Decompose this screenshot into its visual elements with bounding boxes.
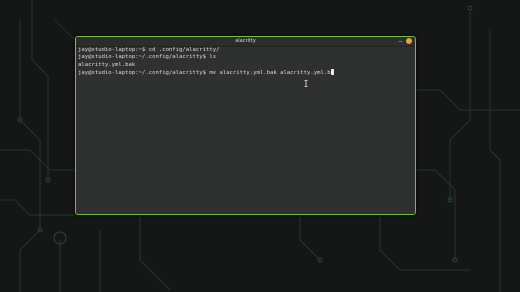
terminal-window[interactable]: alacritty − jay@studio-laptop:~$ cd .con… (75, 36, 416, 215)
terminal-prompt: jay@studio-laptop:~$ (78, 47, 146, 53)
terminal-command: ls (205, 54, 217, 61)
window-title: alacritty (235, 38, 256, 44)
terminal-line: jay@studio-laptop:~/.config/alacritty$ l… (78, 54, 413, 61)
close-icon[interactable] (406, 38, 412, 44)
text-cursor-block (330, 68, 334, 75)
desktop: alacritty − jay@studio-laptop:~$ cd .con… (0, 0, 520, 292)
terminal-prompt: jay@studio-laptop:~/.config/alacritty$ (78, 54, 206, 61)
terminal-line: alacritty.yml.bak (78, 62, 413, 69)
window-titlebar[interactable]: alacritty − (76, 37, 415, 47)
terminal-area[interactable]: jay@studio-laptop:~$ cd .config/alacritt… (76, 47, 415, 214)
terminal-command-input[interactable]: mv alacritty.yml.bak alacritty.yml.b (206, 70, 330, 76)
terminal-line-active[interactable]: jay@studio-laptop:~/.config/alacritty$ m… (78, 68, 413, 77)
terminal-prompt: jay@studio-laptop:~/.config/alacritty$ (78, 69, 206, 76)
minimize-icon[interactable]: − (398, 39, 403, 45)
terminal-line: jay@studio-laptop:~$ cd .config/alacritt… (78, 47, 413, 54)
ibeam-cursor-icon (304, 80, 308, 87)
terminal-command: cd .config/alacritty/ (145, 47, 220, 53)
terminal-output: alacritty.yml.bak (78, 61, 136, 68)
